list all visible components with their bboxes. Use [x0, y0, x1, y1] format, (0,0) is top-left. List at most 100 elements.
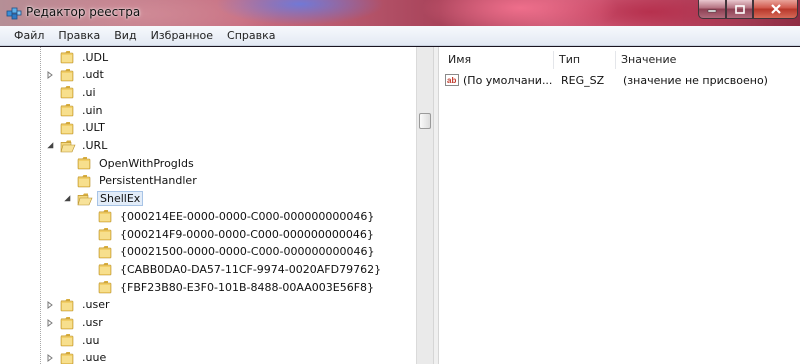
tree-connector: [83, 229, 93, 239]
tree-node-label: {FBF23B80-E3F0-101B-8488-00AA003E56F8}: [120, 280, 375, 294]
tree-node[interactable]: ShellEx: [62, 190, 144, 208]
tree-node[interactable]: .udt: [45, 66, 106, 84]
collapse-arrow-icon[interactable]: [45, 141, 55, 151]
tree-node[interactable]: .UDL: [45, 48, 110, 66]
folder-icon: [60, 68, 74, 81]
tree-node[interactable]: {00021500-0000-0000-C000-000000000046}: [83, 243, 377, 261]
expand-arrow-icon[interactable]: [45, 318, 55, 328]
tree-node[interactable]: .URL: [45, 137, 109, 155]
menu-favorites[interactable]: Избранное: [144, 29, 220, 42]
tree-node[interactable]: .uue: [45, 349, 108, 364]
window-title: Редактор реестра: [26, 5, 141, 19]
tree-connector: [45, 105, 55, 115]
value-data: (значение не присвоено): [623, 73, 768, 87]
tree-node-label: .usr: [82, 316, 103, 329]
menu-bar: Файл Правка Вид Избранное Справка: [0, 26, 800, 46]
folder-icon: [60, 298, 74, 312]
tree-node-label: .uu: [82, 333, 100, 347]
tree-connector: [83, 247, 93, 257]
tree-node[interactable]: .uu: [45, 331, 101, 349]
tree-scrollbar[interactable]: [416, 47, 433, 364]
expand-arrow-icon[interactable]: [45, 300, 55, 310]
value-type: REG_SZ: [561, 73, 605, 87]
tree-node-label: .uin: [82, 103, 103, 117]
column-header-data[interactable]: Значение: [616, 51, 800, 69]
tree-connector: [83, 211, 93, 221]
expand-arrow-icon[interactable]: [45, 70, 55, 80]
folder-icon: [98, 228, 112, 241]
tree-node-label: PersistentHandler: [99, 174, 197, 188]
tree-node-label: {000214EE-0000-0000-C000-000000000046}: [120, 209, 375, 223]
tree-node-label: .URL: [82, 139, 108, 152]
maximize-icon: [734, 4, 745, 14]
tree-node-label: OpenWithProgIds: [99, 156, 194, 170]
tree-node-label: {00021500-0000-0000-C000-000000000046}: [120, 245, 375, 259]
collapse-arrow-icon[interactable]: [62, 194, 72, 204]
column-header-type[interactable]: Тип: [554, 51, 616, 69]
tree-guide-line: [40, 47, 41, 364]
tree-node-label: {000214F9-0000-0000-C000-000000000046}: [120, 227, 374, 241]
open-folder-icon: [77, 193, 93, 205]
tree-node[interactable]: {FBF23B80-E3F0-101B-8488-00AA003E56F8}: [83, 278, 376, 296]
tree-connector: [83, 282, 93, 292]
tree-node[interactable]: .usr: [45, 314, 105, 332]
tree-node-label: .udt: [82, 68, 104, 82]
folder-icon: [77, 174, 91, 188]
folder-icon: [60, 86, 74, 99]
tree-connector: [62, 176, 72, 186]
menu-file[interactable]: Файл: [7, 29, 51, 42]
expand-arrow-icon[interactable]: [45, 353, 55, 363]
minimize-button[interactable]: [698, 0, 726, 19]
folder-icon: [98, 281, 112, 294]
tree-node[interactable]: {000214EE-0000-0000-C000-000000000046}: [83, 207, 376, 225]
tree-node[interactable]: {000214F9-0000-0000-C000-000000000046}: [83, 225, 376, 243]
minimize-icon: [707, 9, 717, 13]
close-icon: [770, 4, 781, 14]
tree-node[interactable]: .user: [45, 296, 112, 314]
tree-node[interactable]: .uin: [45, 101, 105, 119]
tree-node[interactable]: .ULT: [45, 119, 107, 137]
values-list[interactable]: Имя Тип Значение ab (По умолчани... REG_…: [439, 47, 800, 364]
folder-icon: [98, 245, 112, 258]
value-row[interactable]: ab (По умолчани... REG_SZ (значение не п…: [439, 71, 800, 89]
menu-view[interactable]: Вид: [107, 29, 143, 42]
regedit-icon: [6, 7, 22, 20]
tree-connector: [62, 158, 72, 168]
folder-icon: [77, 157, 91, 170]
title-bar[interactable]: Редактор реестра: [0, 0, 800, 26]
tree-node-label: .uue: [82, 351, 107, 364]
tree-node[interactable]: {CABB0DA0-DA57-11CF-9974-0020AFD79762}: [83, 260, 383, 278]
tree-node-label: .user: [82, 298, 110, 312]
maximize-button[interactable]: [726, 0, 753, 19]
menu-help[interactable]: Справка: [220, 29, 282, 42]
tree-node[interactable]: PersistentHandler: [62, 172, 199, 190]
tree-connector: [45, 123, 55, 133]
tree-node[interactable]: OpenWithProgIds: [62, 154, 196, 172]
tree-node-label: {CABB0DA0-DA57-11CF-9974-0020AFD79762}: [120, 262, 382, 276]
tree-node-label: .ULT: [82, 121, 105, 135]
key-tree[interactable]: .UDL .udt .ui .uin .ULT .URL OpenWithProgIds Pe…: [0, 47, 416, 364]
tree-scrollbar-thumb[interactable]: [419, 113, 431, 129]
column-header-name[interactable]: Имя: [439, 51, 554, 69]
tree-connector: [45, 52, 55, 62]
value-name-cell: ab (По умолчани...: [439, 73, 554, 87]
tree-node-label: .UDL: [82, 50, 109, 64]
folder-icon: [60, 121, 74, 135]
tree-connector: [83, 264, 93, 274]
values-list-header: Имя Тип Значение: [439, 51, 800, 69]
tree-node[interactable]: .ui: [45, 83, 98, 101]
folder-icon: [98, 210, 112, 223]
tree-connector: [45, 87, 55, 97]
open-folder-icon: [60, 140, 76, 152]
folder-icon: [60, 316, 74, 329]
tree-connector: [45, 335, 55, 345]
folder-icon: [60, 334, 74, 347]
string-value-ab-icon: ab: [445, 74, 459, 86]
folder-icon: [60, 351, 74, 364]
svg-text:ab: ab: [447, 76, 456, 85]
folder-icon: [60, 51, 74, 64]
folder-icon: [98, 263, 112, 276]
close-button[interactable]: [753, 0, 798, 19]
tree-node-label: ShellEx: [97, 191, 144, 207]
menu-edit[interactable]: Правка: [51, 29, 107, 42]
